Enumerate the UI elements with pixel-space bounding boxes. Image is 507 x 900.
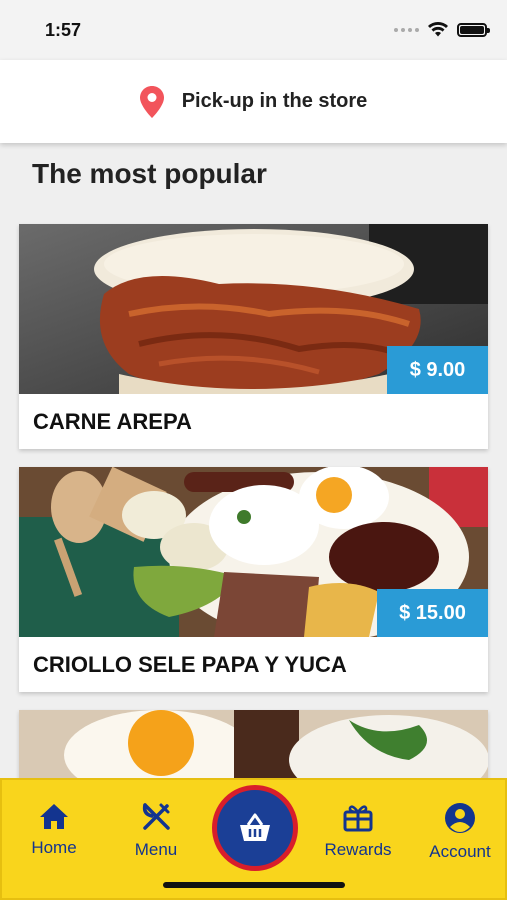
tab-menu[interactable]: Menu bbox=[130, 802, 182, 860]
basket-button[interactable] bbox=[212, 785, 298, 871]
tab-rewards-label: Rewards bbox=[324, 840, 392, 859]
wifi-icon bbox=[428, 22, 448, 37]
product-image-partial bbox=[19, 710, 488, 780]
battery-icon bbox=[457, 23, 490, 37]
home-indicator bbox=[163, 882, 345, 888]
fork-knife-icon bbox=[142, 803, 170, 830]
signal-icon bbox=[394, 28, 419, 32]
tab-home-label: Home bbox=[31, 838, 77, 857]
product-image-carne-arepa: $ 9.00 bbox=[19, 224, 488, 394]
tab-rewards[interactable]: Rewards bbox=[322, 802, 394, 860]
price-badge: $ 9.00 bbox=[387, 346, 488, 394]
location-pin-icon bbox=[139, 85, 164, 118]
tab-account-label: Account bbox=[429, 842, 491, 861]
status-time: 1:57 bbox=[45, 20, 82, 40]
tab-home[interactable]: Home bbox=[28, 802, 80, 858]
product-card-partial[interactable] bbox=[19, 710, 488, 780]
product-card-carne-arepa[interactable]: $ 9.00 CARNE AREPA bbox=[19, 224, 488, 449]
pickup-selector[interactable]: Pick-up in the store bbox=[0, 60, 507, 143]
tab-account[interactable]: Account bbox=[425, 802, 495, 862]
gift-icon bbox=[343, 805, 373, 832]
product-card-criollo[interactable]: $ 15.00 CRIOLLO SELE PAPA Y YUCA bbox=[19, 467, 488, 692]
home-icon bbox=[40, 804, 68, 829]
product-name: CRIOLLO SELE PAPA Y YUCA bbox=[33, 651, 347, 677]
product-image-criollo: $ 15.00 bbox=[19, 467, 488, 637]
account-icon bbox=[445, 803, 475, 833]
status-icons bbox=[394, 22, 490, 38]
pickup-label: Pick-up in the store bbox=[181, 90, 368, 112]
basket-icon bbox=[240, 813, 270, 841]
status-bar: 1:57 bbox=[0, 0, 507, 60]
price-badge: $ 15.00 bbox=[377, 589, 488, 637]
section-title: The most popular bbox=[32, 158, 267, 189]
product-name: CARNE AREPA bbox=[33, 408, 192, 434]
tab-menu-label: Menu bbox=[134, 840, 178, 859]
